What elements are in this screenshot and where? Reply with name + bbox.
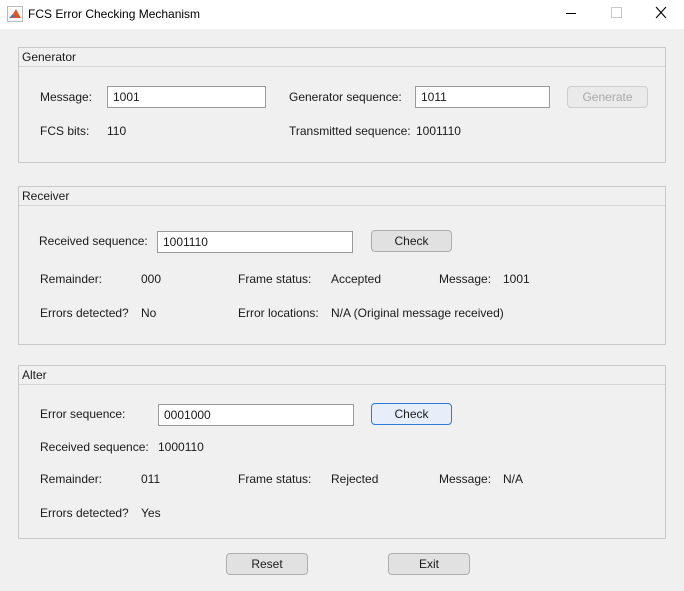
title-bar: FCS Error Checking Mechanism (0, 0, 684, 29)
remainder-value: 000 (141, 272, 162, 286)
generator-sequence-input[interactable]: 1011 (415, 86, 550, 108)
error-sequence-input[interactable]: 0001000 (158, 404, 354, 426)
receiver-panel-title: Receiver (19, 187, 665, 206)
frame-status-label: Frame status: (238, 272, 312, 286)
errors-detected-label: Errors detected? (40, 306, 129, 320)
error-locations-value: N/A (Original message received) (331, 306, 504, 320)
remainder-value: 011 (141, 472, 161, 486)
exit-button[interactable]: Exit (388, 553, 470, 575)
message-label: Message: (439, 272, 492, 286)
fcs-bits-label: FCS bits: (40, 124, 90, 138)
receiver-check-button[interactable]: Check (371, 230, 452, 252)
alter-panel: Alter Error sequence: 0001000 Check Rece… (18, 365, 666, 539)
frame-status-label: Frame status: (238, 472, 312, 486)
close-icon (655, 6, 667, 19)
generate-button[interactable]: Generate (567, 86, 648, 108)
error-sequence-label: Error sequence: (40, 407, 126, 421)
transmitted-sequence-label: Transmitted sequence: (289, 124, 411, 138)
minimize-icon (566, 13, 576, 14)
window-title: FCS Error Checking Mechanism (28, 7, 201, 21)
errors-detected-label: Errors detected? (40, 506, 129, 520)
transmitted-sequence-value: 1001110 (416, 124, 461, 138)
generator-sequence-label: Generator sequence: (289, 90, 402, 104)
generator-panel-title: Generator (19, 48, 665, 67)
received-sequence-label: Received sequence: (39, 234, 148, 248)
message-input[interactable]: 1001 (107, 86, 266, 108)
errors-detected-value: No (141, 306, 157, 320)
alter-check-button[interactable]: Check (371, 403, 452, 425)
frame-status-value: Rejected (331, 472, 379, 486)
frame-status-value: Accepted (331, 272, 382, 286)
close-button[interactable] (638, 0, 684, 29)
received-sequence-input[interactable]: 1001110 (157, 231, 353, 253)
message-label: Message: (439, 472, 492, 486)
maximize-icon (611, 7, 622, 18)
errors-detected-value: Yes (141, 506, 161, 520)
minimize-button[interactable] (546, 0, 592, 29)
remainder-label: Remainder: (40, 272, 103, 286)
fcs-bits-value: 110 (107, 124, 127, 138)
remainder-label: Remainder: (40, 472, 103, 486)
received-sequence-label: Received sequence: (40, 440, 149, 454)
message-label: Message: (40, 90, 93, 104)
matlab-logo-icon (7, 6, 23, 22)
alter-panel-title: Alter (19, 366, 665, 385)
generator-panel: Generator Message: 1001 Generator sequen… (18, 47, 666, 163)
received-sequence-value: 1000110 (158, 440, 204, 454)
message-value: 1001 (503, 272, 530, 286)
receiver-panel: Receiver Received sequence: 1001110 Chec… (18, 186, 666, 345)
maximize-button[interactable] (592, 0, 638, 29)
reset-button[interactable]: Reset (226, 553, 308, 575)
error-locations-label: Error locations: (238, 306, 319, 320)
message-value: N/A (503, 472, 524, 486)
